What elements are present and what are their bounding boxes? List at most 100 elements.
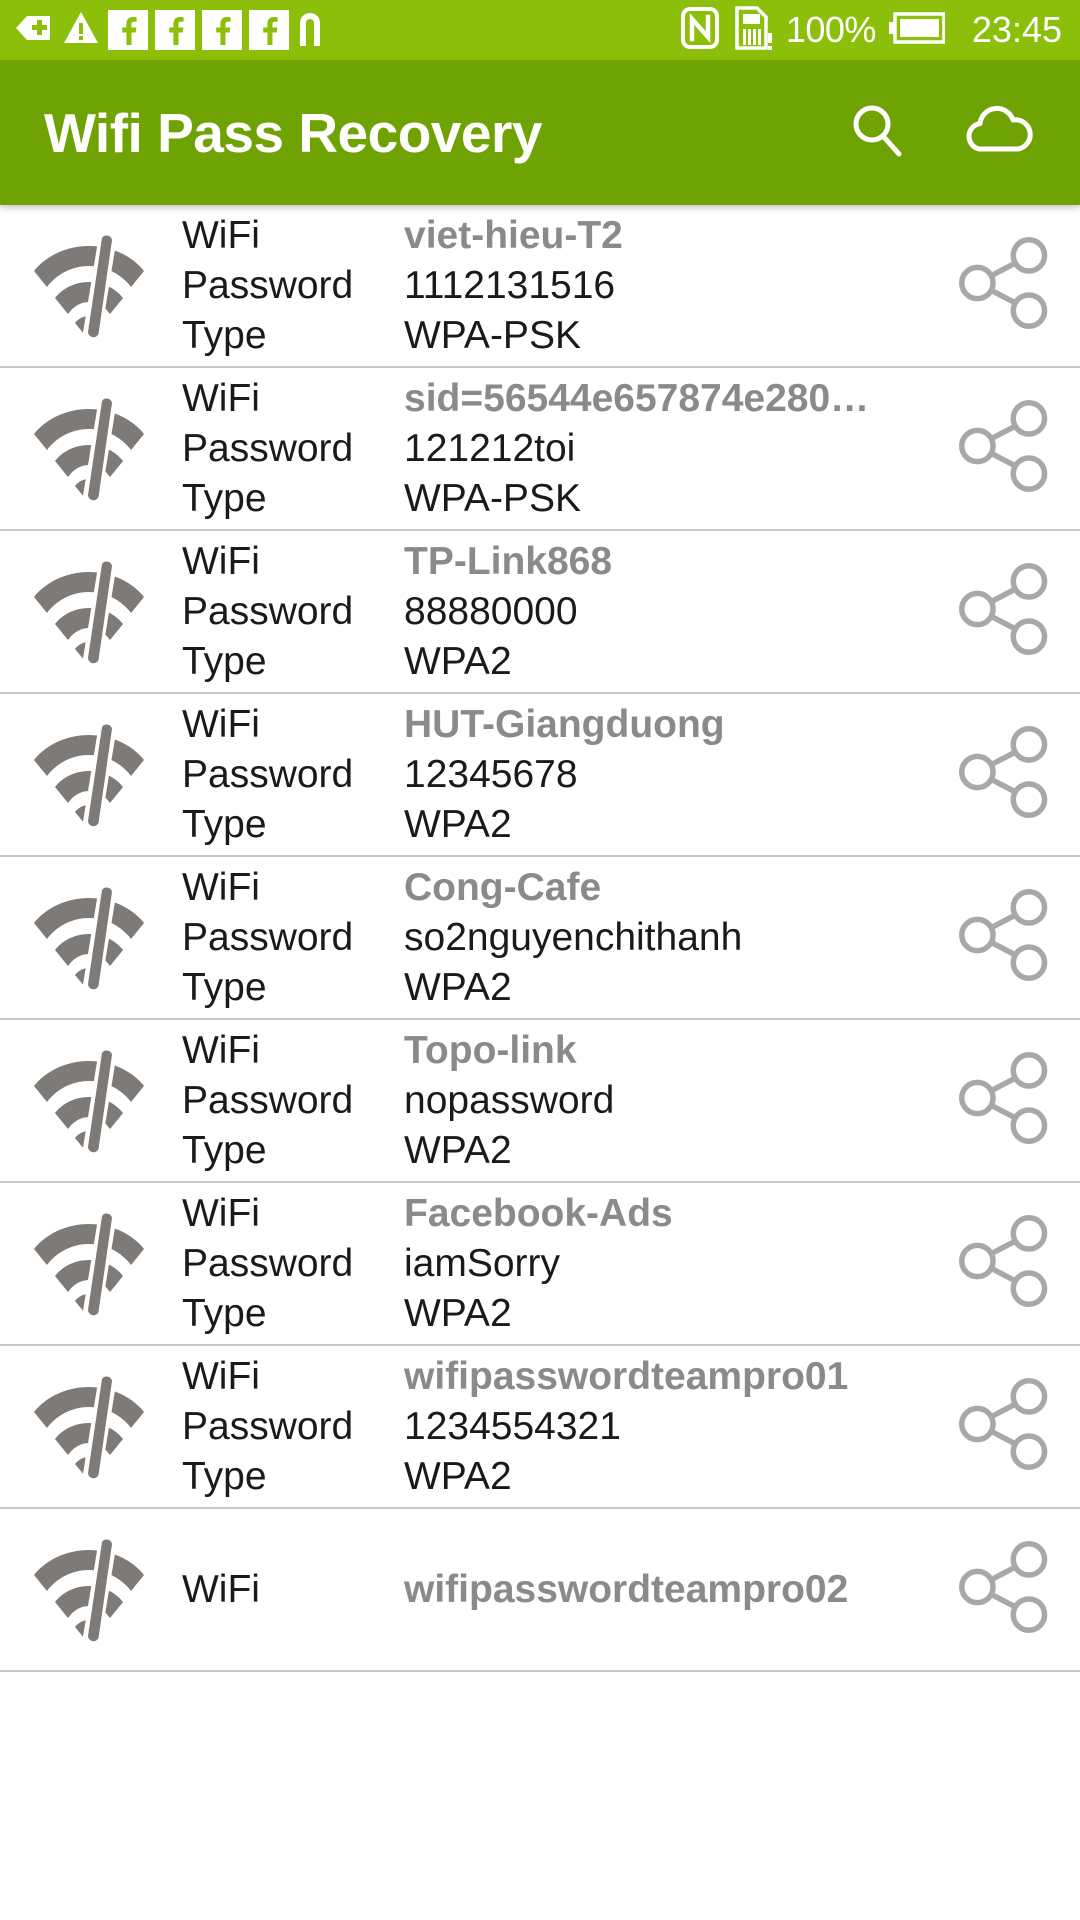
wifi-ssid-value: HUT-Giangduong	[404, 702, 725, 746]
wifi-signal-icon	[28, 232, 150, 340]
wifi-field: Type WPA2	[182, 800, 930, 850]
wifi-type-value: WPA2	[404, 802, 512, 846]
wifi-password-value: 88880000	[404, 589, 578, 633]
wifi-type-value: WPA-PSK	[404, 476, 581, 520]
nfc-icon	[680, 6, 720, 55]
share-button[interactable]	[930, 889, 1080, 986]
wifi-list-item[interactable]: WiFi Facebook-Ads Password iamSorry Type WPA2	[0, 1183, 1080, 1346]
wifi-field: Password 1234554321	[182, 1402, 930, 1452]
type-label: Type	[182, 1128, 267, 1172]
wifi-item-fields: WiFi sid=56544e657874e280… Password 121212t…	[150, 374, 930, 524]
wifi-field: WiFi wifipasswordteampro01	[182, 1352, 930, 1402]
sdcard-warning-icon	[733, 5, 773, 56]
share-icon	[959, 237, 1051, 334]
password-label: Password	[182, 1078, 354, 1122]
share-button[interactable]	[930, 237, 1080, 334]
wifi-field: Type WPA2	[182, 637, 930, 687]
wifi-signal-icon	[28, 558, 150, 666]
wifi-signal-icon	[28, 1536, 150, 1644]
wifi-password-value: 1234554321	[404, 1404, 621, 1448]
share-icon	[959, 1052, 1051, 1149]
password-label: Password	[182, 426, 354, 470]
wifi-list[interactable]: WiFi viet-hieu-T2 Password 1112131516 Type WP…	[0, 205, 1080, 1672]
type-label: Type	[182, 802, 267, 846]
share-button[interactable]	[930, 400, 1080, 497]
wifi-list-item[interactable]: WiFi wifipasswordteampro02	[0, 1509, 1080, 1672]
share-button[interactable]	[930, 1215, 1080, 1312]
wifi-item-fields: WiFi viet-hieu-T2 Password 1112131516 Type WP…	[150, 211, 930, 361]
wifi-label: WiFi	[182, 376, 260, 420]
wifi-label: WiFi	[182, 213, 260, 257]
n-icon	[296, 8, 324, 53]
share-button[interactable]	[930, 1541, 1080, 1638]
wifi-field: WiFi HUT-Giangduong	[182, 700, 930, 750]
password-label: Password	[182, 1241, 354, 1285]
wifi-ssid-value: Facebook-Ads	[404, 1191, 673, 1235]
type-label: Type	[182, 1291, 267, 1335]
wifi-field: Type WPA2	[182, 1126, 930, 1176]
wifi-field: Password 121212toi	[182, 424, 930, 474]
wifi-field: Type WPA2	[182, 1452, 930, 1502]
status-bar: 100% 23:45	[0, 0, 1080, 60]
share-button[interactable]	[930, 1052, 1080, 1149]
facebook-icon	[249, 10, 289, 50]
share-button[interactable]	[930, 726, 1080, 823]
wifi-list-item[interactable]: WiFi Topo-link Password nopassword Type WPA2	[0, 1020, 1080, 1183]
warning-triangle-icon	[61, 8, 101, 53]
wifi-ssid-value: sid=56544e657874e280…	[404, 376, 870, 420]
wifi-ssid-value: wifipasswordteampro01	[404, 1354, 849, 1398]
wifi-signal-icon	[28, 1047, 150, 1155]
type-label: Type	[182, 313, 267, 357]
wifi-field: Password so2nguyenchithanh	[182, 913, 930, 963]
share-button[interactable]	[930, 1378, 1080, 1475]
status-bar-clock: 23:45	[971, 9, 1062, 50]
password-label: Password	[182, 263, 354, 307]
share-icon	[959, 889, 1051, 986]
status-bar-left-icons	[14, 8, 324, 53]
wifi-list-item[interactable]: WiFi Cong-Cafe Password so2nguyenchithanh Ty…	[0, 857, 1080, 1020]
wifi-signal-icon	[28, 884, 150, 992]
facebook-icon	[202, 10, 242, 50]
type-label: Type	[182, 1454, 267, 1498]
wifi-type-value: WPA2	[404, 639, 512, 683]
wifi-password-value: 121212toi	[404, 426, 576, 470]
wifi-list-item[interactable]: WiFi HUT-Giangduong Password 12345678 Type WP…	[0, 694, 1080, 857]
app-bar: Wifi Pass Recovery	[0, 60, 1080, 205]
wifi-ssid-value: viet-hieu-T2	[404, 213, 623, 257]
share-icon	[959, 726, 1051, 823]
facebook-icon	[108, 10, 148, 50]
wifi-list-item[interactable]: WiFi TP-Link868 Password 88880000 Type WPA2	[0, 531, 1080, 694]
share-icon	[959, 563, 1051, 660]
share-button[interactable]	[930, 563, 1080, 660]
wifi-field: Type WPA2	[182, 963, 930, 1013]
wifi-ssid-value: TP-Link868	[404, 539, 613, 583]
wifi-password-value: iamSorry	[404, 1241, 561, 1285]
wifi-item-fields: WiFi Cong-Cafe Password so2nguyenchithanh Ty…	[150, 863, 930, 1013]
wifi-list-item[interactable]: WiFi sid=56544e657874e280… Password 121212t…	[0, 368, 1080, 531]
password-label: Password	[182, 589, 354, 633]
share-icon	[959, 1378, 1051, 1475]
wifi-type-value: WPA2	[404, 965, 512, 1009]
wifi-label: WiFi	[182, 539, 260, 583]
password-label: Password	[182, 915, 354, 959]
cloud-button[interactable]	[964, 98, 1034, 168]
wifi-field: WiFi TP-Link868	[182, 537, 930, 587]
wifi-ssid-value: wifipasswordteampro02	[404, 1567, 849, 1611]
wifi-signal-icon	[28, 395, 150, 503]
share-icon	[959, 400, 1051, 497]
wifi-type-value: WPA2	[404, 1291, 512, 1335]
search-button[interactable]	[842, 98, 912, 168]
wifi-password-value: 1112131516	[404, 263, 616, 307]
wifi-field: Type WPA-PSK	[182, 474, 930, 524]
facebook-icon	[155, 10, 195, 50]
share-icon	[959, 1541, 1051, 1638]
wifi-signal-icon	[28, 721, 150, 829]
wifi-label: WiFi	[182, 1354, 260, 1398]
wifi-list-item[interactable]: WiFi wifipasswordteampro01 Password 1234554…	[0, 1346, 1080, 1509]
wifi-label: WiFi	[182, 1191, 260, 1235]
wifi-list-item[interactable]: WiFi viet-hieu-T2 Password 1112131516 Type WP…	[0, 205, 1080, 368]
wifi-field: Type WPA2	[182, 1289, 930, 1339]
wifi-item-fields: WiFi Topo-link Password nopassword Type WPA2	[150, 1026, 930, 1176]
wifi-field: Password nopassword	[182, 1076, 930, 1126]
password-label: Password	[182, 1404, 354, 1448]
